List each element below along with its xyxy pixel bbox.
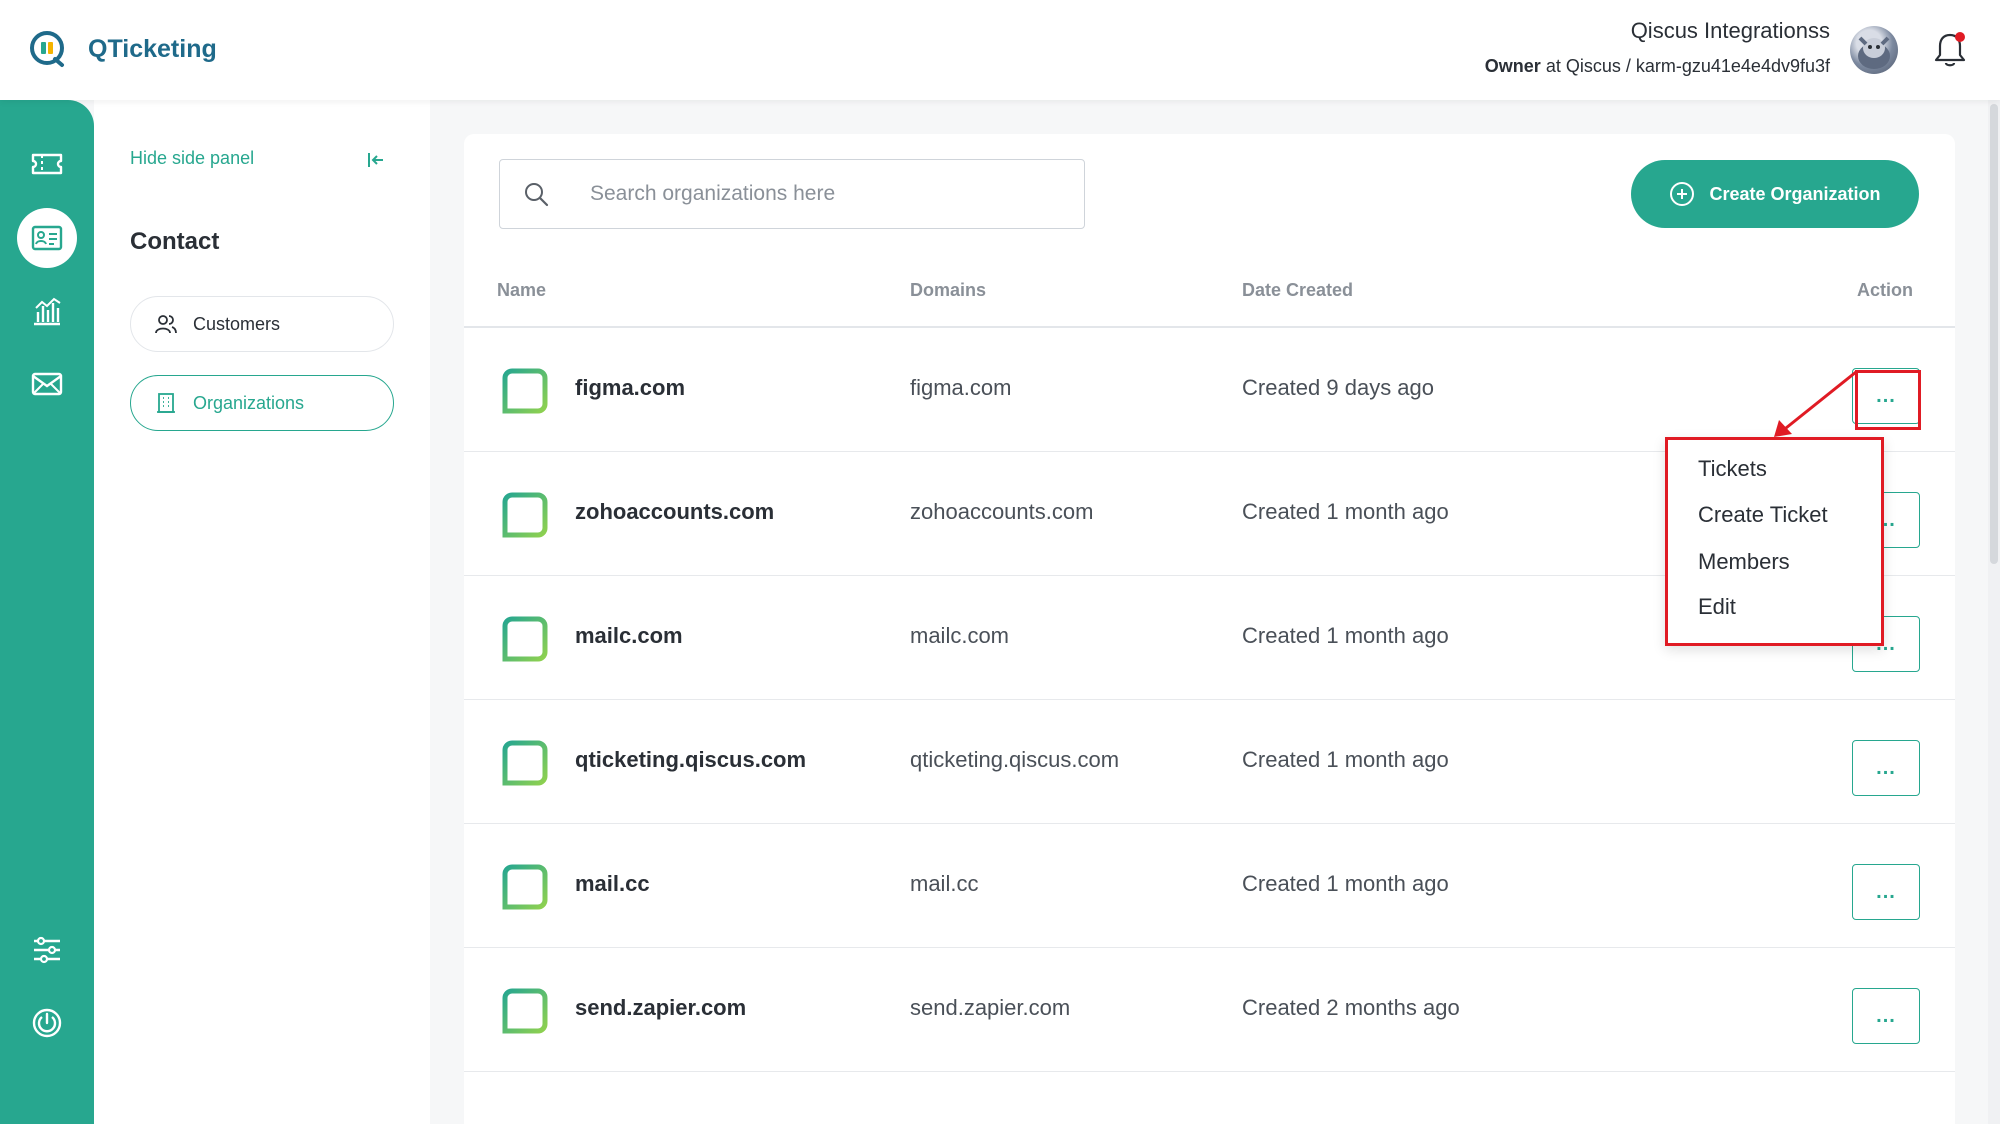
table-row[interactable]: figma.com figma.com Created 9 days ago... [464, 328, 1955, 452]
table-row[interactable]: mail.cc mail.cc Created 1 month ago... [464, 824, 1955, 948]
menu-item-edit[interactable]: Edit [1698, 594, 1736, 620]
qticketing-logo-icon [30, 31, 64, 67]
rail-item-logout[interactable] [17, 993, 77, 1053]
sidepanel-item-label: Organizations [193, 392, 305, 413]
top-bar: QTicketing Qiscus Integrationss Owner at… [0, 0, 2000, 100]
menu-item-members[interactable]: Members [1698, 549, 1790, 575]
organization-date-created: Created 1 month ago [1242, 871, 1449, 896]
user-info: Qiscus Integrationss Owner at Qiscus / k… [1485, 18, 1830, 77]
user-name: Qiscus Integrationss [1630, 18, 1830, 43]
users-icon [155, 315, 177, 334]
column-header-date-created[interactable]: Date Created [1242, 280, 1353, 301]
left-nav-rail [0, 100, 94, 1124]
avatar-image-icon [1858, 36, 1890, 69]
menu-item-tickets[interactable]: Tickets [1698, 456, 1767, 482]
rail-item-tickets[interactable] [17, 134, 77, 194]
section-title: Contact [130, 228, 220, 255]
mail-icon [31, 372, 63, 396]
building-icon [157, 393, 175, 413]
rail-item-settings[interactable] [17, 920, 77, 980]
organization-logo-icon [502, 864, 548, 910]
collapse-left-icon[interactable] [366, 150, 386, 170]
power-icon [32, 1008, 62, 1038]
user-role-title: Owner [1484, 56, 1541, 76]
organization-logo-icon [502, 492, 548, 538]
row-action-button[interactable]: ... [1852, 740, 1920, 796]
organization-date-created: Created 1 month ago [1242, 499, 1449, 524]
user-workspace: Qiscus / karm-gzu41e4e4dv9fu3f [1565, 56, 1830, 76]
action-button-highlight [1855, 370, 1921, 430]
organization-name[interactable]: figma.com [575, 375, 685, 401]
user-role-connector: at [1545, 56, 1561, 76]
page-scrollbar-thumb[interactable] [1990, 104, 1998, 564]
search-box[interactable] [499, 159, 1085, 229]
organization-domain: mailc.com [910, 623, 1010, 648]
create-organization-button[interactable]: Create Organization [1631, 160, 1919, 228]
contact-card-icon [31, 225, 63, 251]
create-organization-label: Create Organization [1709, 183, 1881, 204]
organization-logo-icon [502, 988, 548, 1034]
side-panel: Hide side panel Contact Customers Organi… [94, 100, 430, 1124]
avatar[interactable] [1850, 26, 1898, 74]
organization-date-created: Created 2 months ago [1242, 995, 1460, 1020]
brand[interactable]: QTicketing [28, 30, 217, 68]
search-input[interactable] [590, 182, 1050, 206]
organization-logo-icon [502, 616, 548, 662]
organization-date-created: Created 9 days ago [1242, 375, 1435, 400]
organization-domain: figma.com [910, 375, 1012, 400]
app-name: QTicketing [88, 34, 217, 63]
plus-circle-icon [1670, 182, 1695, 206]
organization-name[interactable]: mailc.com [575, 623, 683, 649]
notification-bell-icon[interactable] [1932, 30, 1968, 70]
organization-logo-icon [502, 368, 548, 414]
rail-item-contacts[interactable] [17, 208, 77, 268]
organization-name[interactable]: zohoaccounts.com [575, 499, 774, 525]
organization-date-created: Created 1 month ago [1242, 747, 1449, 772]
rail-item-mail[interactable] [17, 354, 77, 414]
organization-domain: send.zapier.com [910, 995, 1071, 1020]
hide-side-panel-link[interactable]: Hide side panel [130, 148, 254, 169]
sidepanel-item-organizations[interactable]: Organizations [130, 375, 394, 431]
table-row[interactable]: send.zapier.com send.zapier.com Created 2 … [464, 948, 1955, 1072]
table-row[interactable]: qticketing.qiscus.com qticketing.qiscus.c… [464, 700, 1955, 824]
column-header-domains[interactable]: Domains [910, 280, 986, 301]
action-dropdown-menu: Tickets Create Ticket Members Edit [1665, 437, 1884, 646]
search-icon [525, 183, 549, 207]
row-action-button[interactable]: ... [1852, 864, 1920, 920]
organization-logo-icon [502, 740, 548, 786]
organization-domain: mail.cc [910, 871, 979, 896]
user-role: Owner at Qiscus / karm-gzu41e4e4dv9fu3f [1485, 56, 1830, 77]
organization-domain: zohoaccounts.com [910, 499, 1094, 524]
organization-name[interactable]: mail.cc [575, 871, 650, 897]
settings-sliders-icon [34, 936, 60, 964]
row-action-button[interactable]: ... [1852, 988, 1920, 1044]
sidepanel-item-customers[interactable]: Customers [130, 296, 394, 352]
analytics-icon [34, 297, 61, 326]
organization-name[interactable]: qticketing.qiscus.com [575, 747, 806, 773]
organization-domain: qticketing.qiscus.com [910, 747, 1120, 772]
sidepanel-item-label: Customers [193, 313, 281, 334]
column-header-action: Action [1857, 280, 1913, 300]
rail-item-analytics[interactable] [17, 281, 77, 341]
ticket-icon [31, 153, 63, 175]
column-header-name[interactable]: Name [497, 280, 546, 301]
organization-date-created: Created 1 month ago [1242, 623, 1449, 648]
menu-item-create-ticket[interactable]: Create Ticket [1698, 502, 1828, 528]
organization-name[interactable]: send.zapier.com [575, 995, 746, 1021]
